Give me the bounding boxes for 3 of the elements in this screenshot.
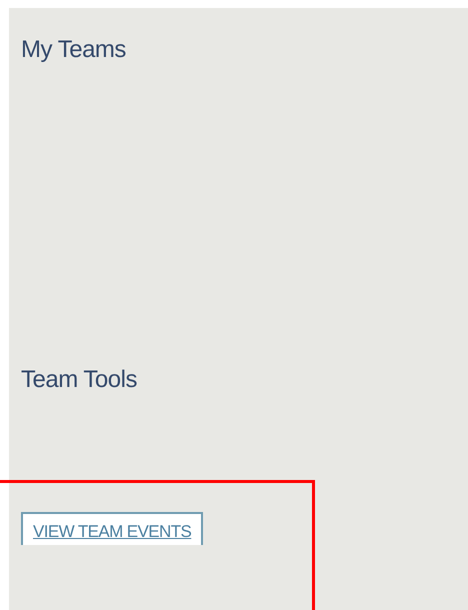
section-title: My Teams	[21, 35, 127, 65]
section-title: Team Tools	[21, 366, 138, 394]
view-events-button[interactable]: VIEW TEAM EVENTS	[21, 512, 204, 545]
